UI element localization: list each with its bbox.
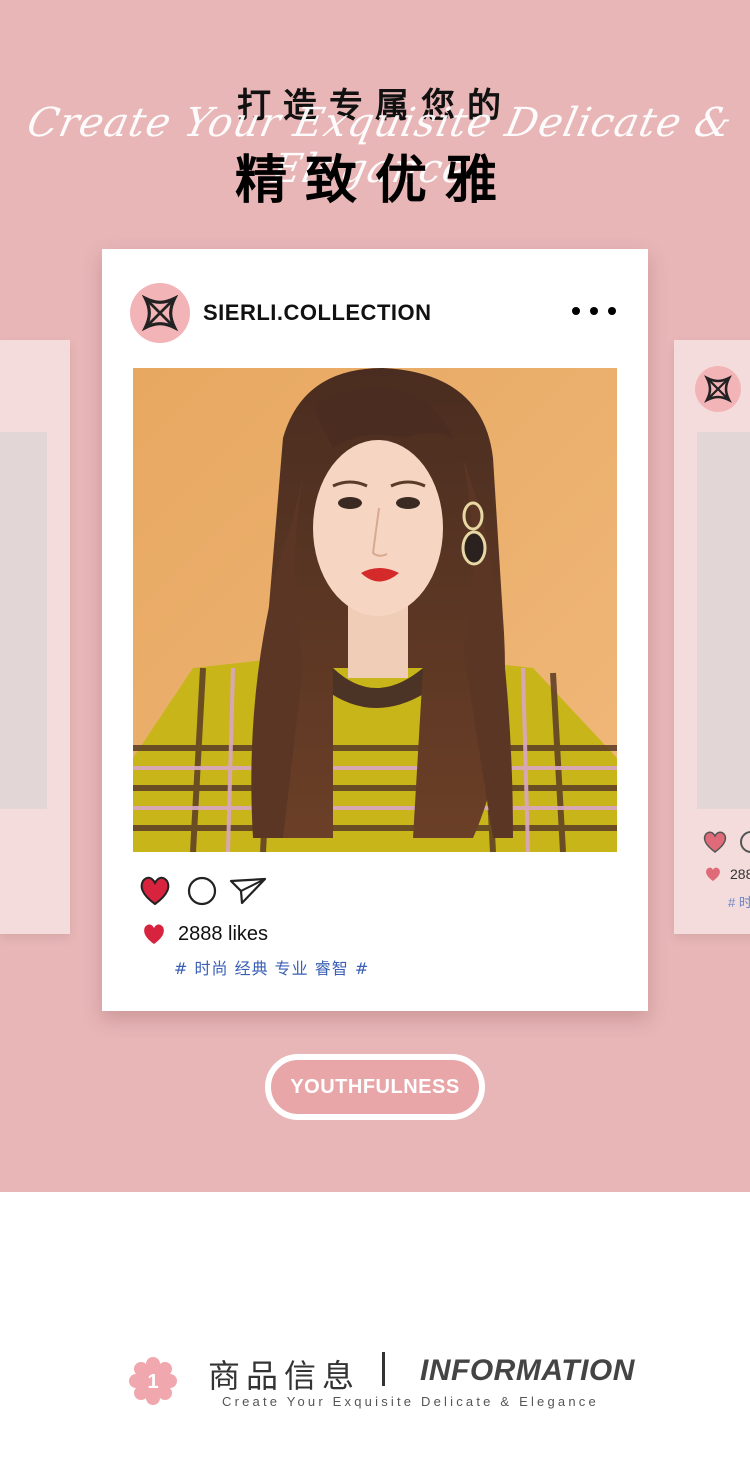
info-subtitle: Create Your Exquisite Delicate & Eleganc… xyxy=(222,1394,599,1409)
likes-count: 2888 likes xyxy=(178,922,269,945)
like-heart-icon[interactable] xyxy=(138,875,172,907)
more-dots-icon xyxy=(590,307,598,315)
info-title-cn: 商品信息 xyxy=(208,1357,361,1395)
more-dots-icon xyxy=(572,307,580,315)
badge-number: 1 xyxy=(147,1371,158,1393)
next-post-photo xyxy=(697,432,750,809)
next-post-tags: # 时 xyxy=(728,895,750,910)
brand-logo-icon xyxy=(141,294,179,332)
info-section: 1 商品信息 INFORMATION Create Your Exquisite… xyxy=(0,1192,750,1461)
post-tags[interactable]: # 时尚 经典 专业 睿智 # xyxy=(174,955,369,979)
post-username[interactable]: SIERLI.COLLECTION xyxy=(203,300,432,326)
flower-badge-icon: 1 xyxy=(129,1357,177,1405)
more-options-button[interactable] xyxy=(572,301,616,321)
heart-icon xyxy=(706,867,720,881)
youthfulness-button[interactable]: YOUTHFULNESS xyxy=(265,1054,485,1120)
brand-logo-icon xyxy=(704,375,732,403)
brand-avatar[interactable] xyxy=(130,283,190,343)
title-divider xyxy=(382,1352,385,1386)
likes-row: 2888 likes xyxy=(142,921,268,947)
next-post-card[interactable]: 288 # 时 xyxy=(674,340,750,934)
hero-title-line2: 精致优雅 xyxy=(234,151,515,211)
heart-icon xyxy=(144,924,164,944)
next-post-likes: 288 xyxy=(730,866,750,882)
heart-icon[interactable] xyxy=(702,830,728,854)
previous-post-photo xyxy=(0,432,47,809)
previous-post-card[interactable] xyxy=(0,340,70,934)
post-card: SIERLI.COLLECTION 2888 likes # 时尚 经典 专业 … xyxy=(102,249,648,1011)
post-actions xyxy=(138,875,278,909)
comment-icon[interactable] xyxy=(740,831,750,853)
hero-section: 打造专属您的 Create Your Exquisite Delicate & … xyxy=(0,0,750,1192)
post-photo-illustration xyxy=(133,368,617,852)
comment-icon[interactable] xyxy=(186,875,218,907)
share-send-icon[interactable] xyxy=(228,875,268,907)
more-dots-icon xyxy=(608,307,616,315)
info-title-en: INFORMATION xyxy=(420,1354,635,1387)
next-post-avatar xyxy=(695,366,741,412)
post-photo xyxy=(133,368,617,852)
youthfulness-button-label: YOUTHFULNESS xyxy=(290,1075,460,1098)
